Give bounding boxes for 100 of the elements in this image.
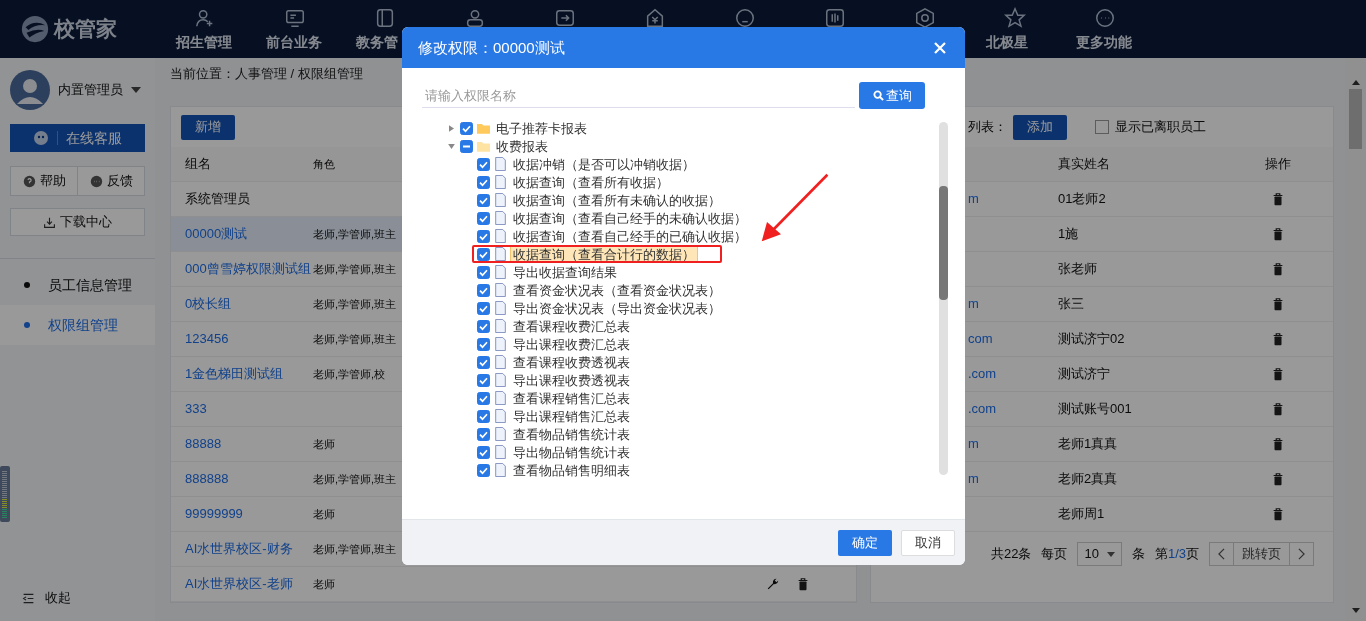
checkbox[interactable] bbox=[477, 157, 490, 171]
checkbox[interactable] bbox=[477, 355, 490, 369]
document-icon bbox=[494, 247, 507, 261]
trash-icon[interactable] bbox=[1271, 472, 1285, 486]
tree-item[interactable]: 收据查询（查看所有未确认的收据） bbox=[510, 191, 724, 209]
checkbox[interactable] bbox=[477, 373, 490, 387]
more-icon[interactable] bbox=[1094, 7, 1116, 29]
document-icon bbox=[494, 229, 507, 243]
tree-item[interactable]: 查看物品销售统计表 bbox=[510, 425, 633, 443]
trash-icon[interactable] bbox=[1271, 332, 1285, 346]
checkbox[interactable] bbox=[477, 193, 490, 207]
table-cell: 老师1真真 bbox=[1058, 436, 1118, 451]
tree-item[interactable]: 导出物品销售统计表 bbox=[510, 443, 633, 461]
tree-item[interactable]: 查看资金状况表（查看资金状况表） bbox=[510, 281, 724, 299]
monitor-icon[interactable] bbox=[284, 7, 306, 29]
checkbox[interactable] bbox=[477, 247, 490, 261]
download-button[interactable]: 下载中心 bbox=[10, 208, 145, 236]
checkbox[interactable] bbox=[460, 121, 473, 135]
table-row[interactable]: AI水世界校区-老师 老师 bbox=[171, 567, 856, 602]
menu-item[interactable]: 权限组管理 bbox=[0, 305, 155, 345]
trash-icon[interactable] bbox=[1271, 297, 1285, 311]
tree-item[interactable]: 电子推荐卡报表 bbox=[493, 119, 590, 137]
tree-item[interactable]: 收费报表 bbox=[493, 137, 551, 155]
add-button[interactable]: 新增 bbox=[181, 114, 235, 140]
arrow-box-icon[interactable] bbox=[554, 7, 576, 29]
help-button[interactable]: 帮助 bbox=[11, 167, 77, 195]
confirm-button[interactable]: 确定 bbox=[838, 529, 892, 556]
avatar[interactable] bbox=[10, 70, 50, 110]
checkbox[interactable] bbox=[477, 211, 490, 225]
checkbox[interactable] bbox=[477, 301, 490, 315]
nav-tab[interactable]: 招生管理 bbox=[176, 33, 232, 51]
checkbox[interactable] bbox=[477, 175, 490, 189]
nav-tab[interactable]: 教务管 bbox=[356, 33, 398, 51]
house-icon[interactable] bbox=[644, 7, 666, 29]
per-page-select[interactable]: 10 bbox=[1077, 542, 1122, 566]
search-button[interactable]: 查询 bbox=[859, 82, 925, 109]
expand-arrow-icon[interactable] bbox=[447, 143, 455, 149]
expand-arrow-icon[interactable] bbox=[448, 124, 454, 132]
trash-icon[interactable] bbox=[1271, 507, 1285, 521]
tree-item[interactable]: 收据冲销（是否可以冲销收据） bbox=[510, 155, 698, 173]
breadcrumb: 当前位置：人事管理 / 权限组管理 bbox=[170, 66, 363, 81]
trash-icon[interactable] bbox=[1271, 402, 1285, 416]
checkbox[interactable] bbox=[1095, 120, 1109, 134]
document-icon bbox=[494, 373, 507, 387]
tree-item[interactable]: 查看课程销售汇总表 bbox=[510, 389, 633, 407]
tree-item[interactable]: 查看物品销售明细表 bbox=[510, 461, 633, 479]
checkbox[interactable] bbox=[477, 445, 490, 459]
checkbox[interactable] bbox=[477, 283, 490, 297]
tree-item[interactable]: 导出课程销售汇总表 bbox=[510, 407, 633, 425]
trash-icon[interactable] bbox=[1271, 367, 1285, 381]
nav-tab[interactable]: 更多功能 bbox=[1076, 33, 1132, 51]
checkbox[interactable] bbox=[477, 463, 490, 477]
tree-item[interactable]: 收据查询（查看自己经手的已确认收据） bbox=[510, 227, 750, 245]
scroll-up-arrow-icon[interactable] bbox=[1351, 80, 1360, 85]
tree-item[interactable]: 导出课程收费汇总表 bbox=[510, 335, 633, 353]
scrollbar-thumb[interactable] bbox=[1349, 89, 1362, 149]
checkbox[interactable] bbox=[477, 319, 490, 333]
checkbox[interactable] bbox=[477, 409, 490, 423]
menu-item[interactable]: 员工信息管理 bbox=[0, 265, 155, 305]
service-button[interactable]: 在线客服 bbox=[10, 124, 145, 152]
trash-icon[interactable] bbox=[1271, 437, 1285, 451]
user-name[interactable]: 内置管理员 bbox=[58, 81, 123, 99]
checkbox[interactable] bbox=[477, 391, 490, 405]
panel-icon[interactable] bbox=[374, 7, 396, 29]
checkbox[interactable] bbox=[477, 427, 490, 441]
cancel-button[interactable]: 取消 bbox=[901, 529, 955, 556]
scroll-down-arrow-icon[interactable] bbox=[1351, 608, 1360, 613]
document-icon bbox=[494, 337, 507, 351]
tree-item[interactable]: 导出收据查询结果 bbox=[510, 263, 620, 281]
checkbox[interactable] bbox=[477, 265, 490, 279]
hexagon-icon[interactable] bbox=[914, 7, 936, 29]
tree-item[interactable]: 导出课程收费透视表 bbox=[510, 371, 633, 389]
star-icon[interactable] bbox=[1004, 7, 1026, 29]
tree-item[interactable]: 收据查询（查看自己经手的未确认收据） bbox=[510, 209, 750, 227]
tree-item[interactable]: 收据查询（查看所有收据） bbox=[510, 173, 672, 191]
unit-label: 条 bbox=[1131, 545, 1145, 563]
checkbox[interactable] bbox=[477, 337, 490, 351]
trash-icon[interactable] bbox=[1271, 262, 1285, 276]
nav-tab[interactable]: 前台业务 bbox=[266, 33, 322, 51]
tree-item[interactable]: 导出资金状况表（导出资金状况表） bbox=[510, 299, 724, 317]
checkbox-label[interactable]: 显示已离职员工 bbox=[1115, 118, 1206, 136]
table-cell: 老师,学管师,班主 bbox=[313, 298, 397, 310]
tree-item[interactable]: 查看课程收费汇总表 bbox=[510, 317, 633, 335]
collapse-button[interactable]: 收起 bbox=[22, 589, 71, 607]
checkbox[interactable] bbox=[460, 139, 473, 153]
nav-tab[interactable]: 北极星 bbox=[986, 33, 1028, 51]
close-icon[interactable] bbox=[934, 41, 946, 54]
trash-icon[interactable] bbox=[1271, 227, 1285, 241]
scrollbar[interactable] bbox=[939, 122, 948, 475]
feedback-button[interactable]: 反馈 bbox=[77, 167, 144, 195]
add-button[interactable]: 添加 bbox=[1013, 114, 1067, 140]
jump-page-field[interactable]: 跳转页 bbox=[1233, 543, 1290, 565]
trash-icon[interactable] bbox=[796, 577, 810, 591]
trash-icon[interactable] bbox=[1271, 192, 1285, 206]
person-icon[interactable] bbox=[464, 7, 486, 29]
tree-item[interactable]: 查看课程收费透视表 bbox=[510, 353, 633, 371]
wrench-icon[interactable] bbox=[766, 577, 780, 591]
table-cell: 张三 bbox=[1058, 296, 1084, 311]
checkbox[interactable] bbox=[477, 229, 490, 243]
bars-icon[interactable] bbox=[824, 7, 846, 29]
